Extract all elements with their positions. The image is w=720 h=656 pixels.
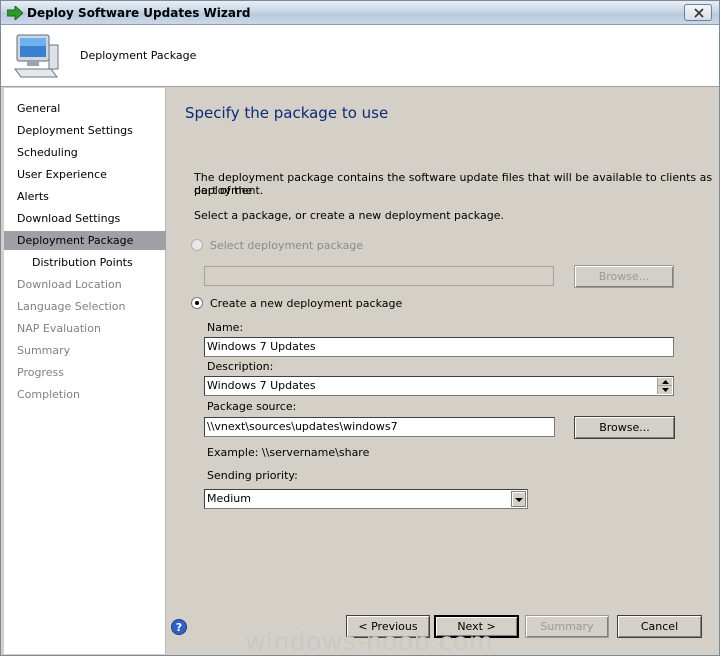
create-package-radio[interactable] xyxy=(191,297,203,309)
page-title: Specify the package to use xyxy=(185,104,389,122)
nav-item-deployment-settings[interactable]: Deployment Settings xyxy=(4,121,166,140)
nav-item-summary: Summary xyxy=(17,344,71,357)
header-title: Deployment Package xyxy=(80,49,197,62)
nav-item-completion: Completion xyxy=(17,388,81,401)
description-label: Description: xyxy=(207,360,274,373)
package-source-label: Package source: xyxy=(207,400,297,413)
name-input[interactable]: Windows 7 Updates xyxy=(204,337,674,357)
example-text: Example: \\servername\share xyxy=(207,446,370,459)
nav-item-scheduling[interactable]: Scheduling xyxy=(4,143,166,162)
watermark: windows-noob.com xyxy=(245,627,494,656)
nav-item-download-location: Download Location xyxy=(17,278,122,291)
select-browse-button: Browse... xyxy=(574,265,674,288)
green-arrow-icon xyxy=(7,6,23,20)
computer-icon xyxy=(14,34,59,78)
arrow-down-icon xyxy=(662,388,669,392)
wizard-header: Deployment Package xyxy=(1,25,719,87)
sending-priority-label: Sending priority: xyxy=(207,469,298,482)
scroll-down-arrow[interactable] xyxy=(658,386,672,394)
nav-item-user-experience[interactable]: User Experience xyxy=(4,165,166,184)
title-bar[interactable]: Deploy Software Updates Wizard xyxy=(1,1,719,25)
wizard-window: Deploy Software Updates Wizard Deploymen… xyxy=(0,0,720,656)
nav-item-progress: Progress xyxy=(17,366,64,379)
nav-item-general[interactable]: General xyxy=(4,99,166,118)
dropdown-button[interactable] xyxy=(511,491,526,507)
description-value: Windows 7 Updates xyxy=(207,379,316,392)
nav-item-download-settings[interactable]: Download Settings xyxy=(4,209,166,228)
scroll-up-arrow[interactable] xyxy=(658,378,672,386)
nav-item-language-selection: Language Selection xyxy=(17,300,126,313)
nav-item-deployment-package[interactable]: Deployment Package xyxy=(4,231,166,250)
create-package-label: Create a new deployment package xyxy=(210,297,403,310)
name-label: Name: xyxy=(207,321,244,334)
source-browse-button[interactable]: Browse... xyxy=(574,416,675,439)
svg-text:?: ? xyxy=(176,621,182,634)
description-input[interactable]: Windows 7 Updates xyxy=(204,376,674,396)
arrow-up-icon xyxy=(662,380,669,384)
select-package-field xyxy=(204,266,554,286)
wizard-nav: General Deployment Settings Scheduling U… xyxy=(4,88,166,654)
nav-item-nap-evaluation: NAP Evaluation xyxy=(17,322,101,335)
close-icon xyxy=(694,8,704,18)
description-scroll[interactable] xyxy=(657,378,672,394)
sending-priority-select[interactable]: Medium xyxy=(204,489,528,509)
close-button[interactable] xyxy=(684,4,712,21)
package-source-input[interactable]: \\vnext\sources\updates\windows7 xyxy=(204,417,555,437)
chevron-down-icon xyxy=(515,498,523,502)
sending-priority-value: Medium xyxy=(207,492,251,505)
intro-text-line1: The deployment package contains the soft… xyxy=(194,171,713,197)
instruction-text: Select a package, or create a new deploy… xyxy=(194,209,504,222)
select-package-radio[interactable] xyxy=(191,239,203,251)
window-title: Deploy Software Updates Wizard xyxy=(27,6,251,20)
help-icon[interactable]: ? xyxy=(171,619,187,635)
cancel-button[interactable]: Cancel xyxy=(617,615,702,638)
select-package-label: Select deployment package xyxy=(210,239,364,252)
intro-text-line2: deployment. xyxy=(194,184,264,197)
nav-item-distribution-points[interactable]: Distribution Points xyxy=(4,253,166,272)
wizard-content: Specify the package to use The deploymen… xyxy=(167,88,719,654)
summary-button: Summary xyxy=(525,615,609,638)
nav-item-alerts[interactable]: Alerts xyxy=(4,187,166,206)
